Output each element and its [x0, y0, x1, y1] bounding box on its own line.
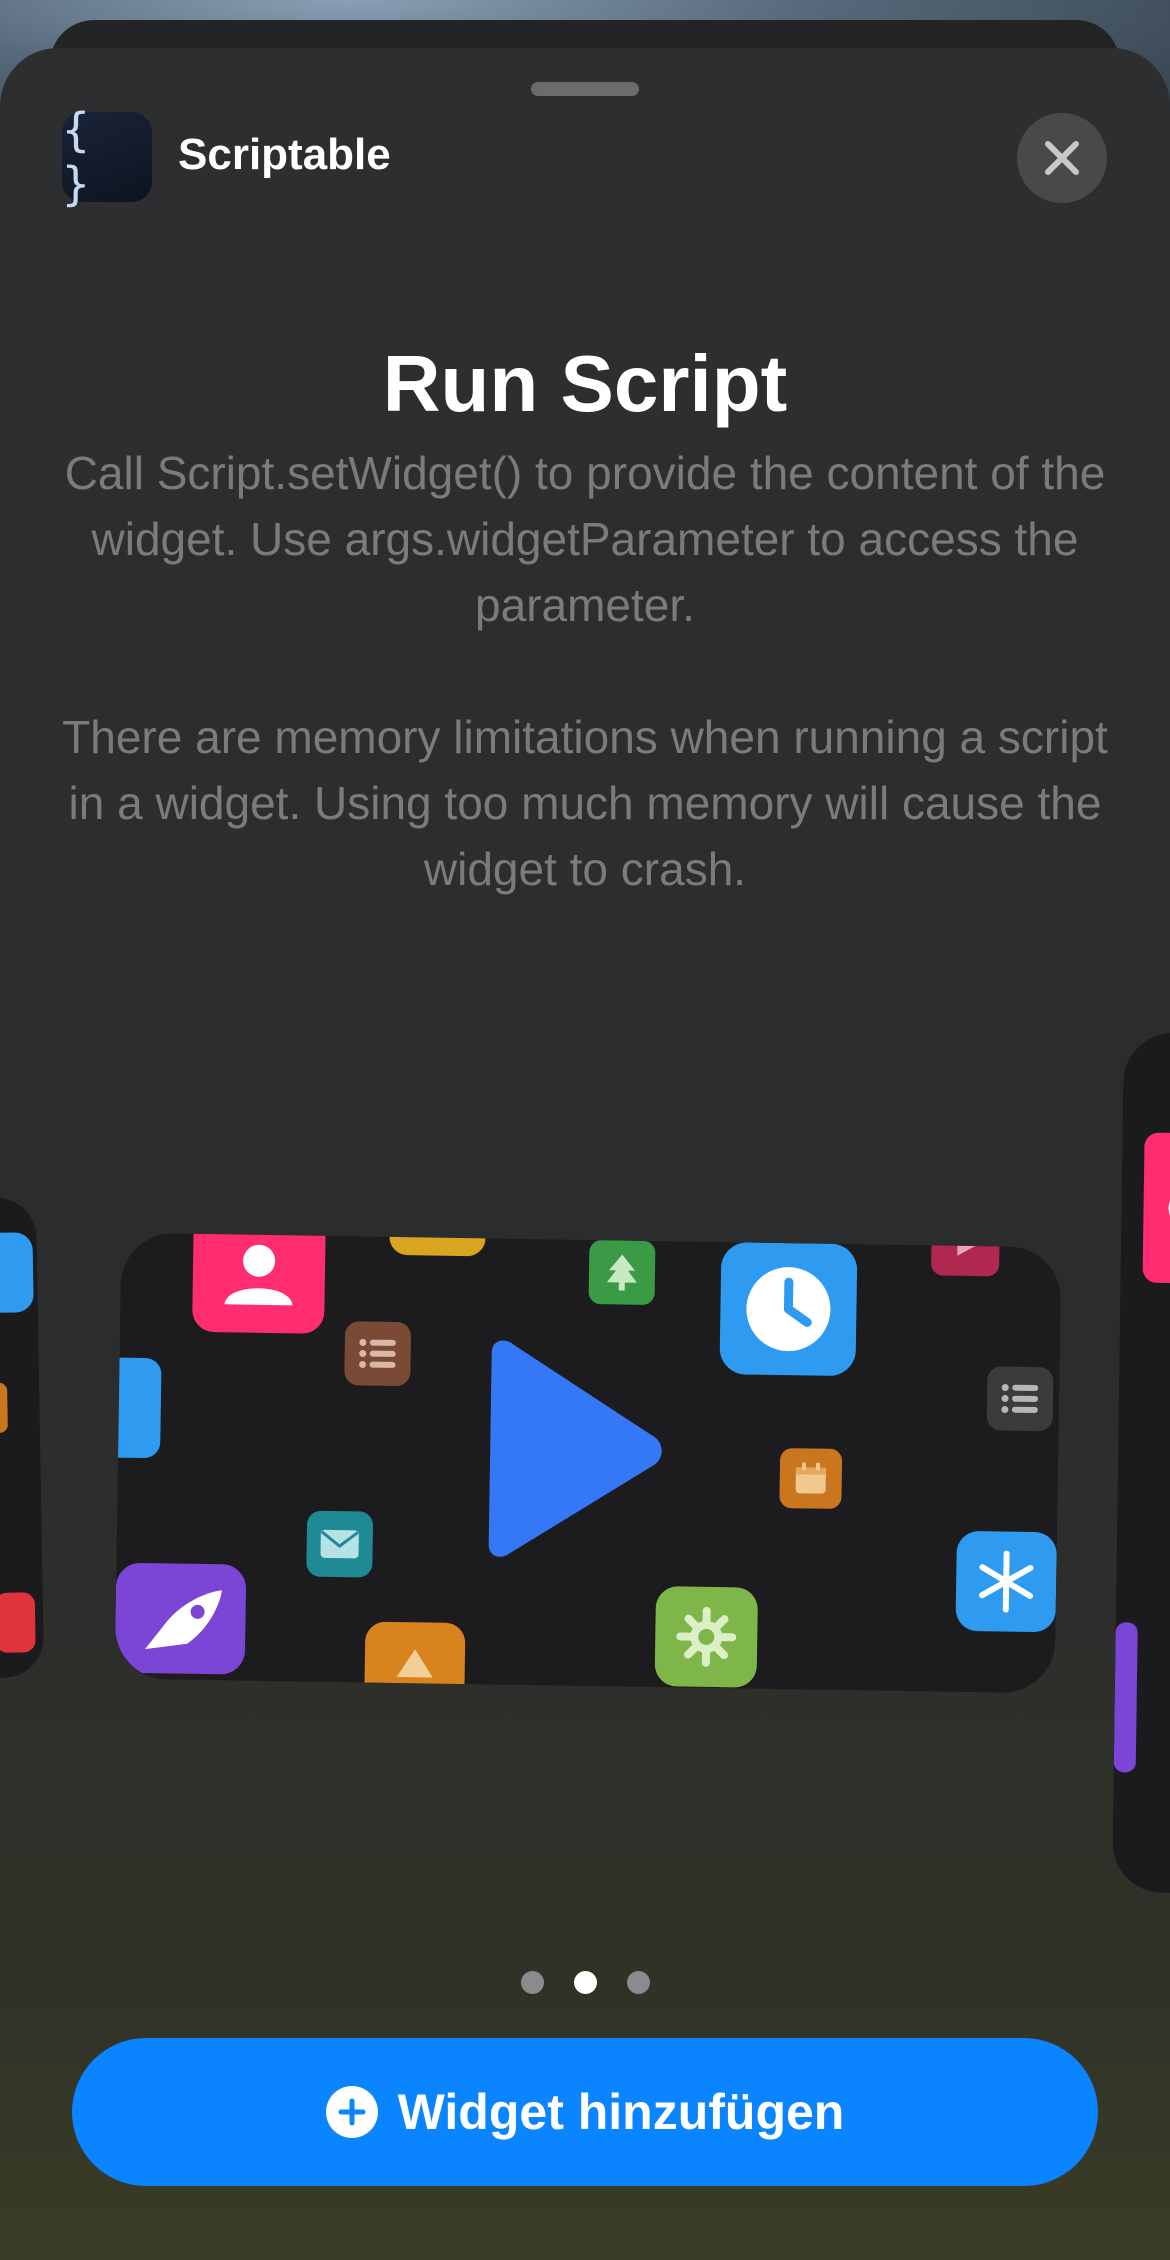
tree-glyph — [606, 1254, 637, 1291]
close-button[interactable] — [1017, 113, 1107, 203]
close-icon — [1045, 141, 1079, 175]
page-dot-1[interactable] — [520, 1971, 544, 1994]
page-dot-2-active[interactable] — [573, 1971, 597, 1994]
plus-glyph — [338, 2098, 366, 2126]
play-icon — [488, 1340, 662, 1557]
snowflake-glyph — [978, 1550, 1034, 1613]
clock-icon — [719, 1242, 858, 1377]
sheet-grabber[interactable] — [531, 82, 639, 96]
plus-circle-icon — [325, 2086, 378, 2138]
person-icon — [192, 1232, 326, 1334]
gear-glyph — [676, 1606, 737, 1667]
list-icon — [986, 1366, 1054, 1432]
person-icon — [0, 1592, 36, 1653]
previous-widget-preview[interactable] — [0, 1197, 45, 1679]
snowflake-icon — [114, 1357, 162, 1459]
list-glyph — [359, 1338, 396, 1368]
gear-icon — [654, 1586, 759, 1688]
snowflake-icon — [955, 1530, 1057, 1633]
scriptable-app-icon: { } — [62, 103, 152, 211]
mail-glyph — [320, 1529, 359, 1559]
warning-icon — [364, 1621, 466, 1694]
description-paragraph: There are memory limitations when runnin… — [62, 711, 1108, 895]
page-dot-3[interactable] — [626, 1971, 650, 1994]
calendar-glyph — [795, 1462, 826, 1494]
description-paragraph: Call Script.setWidget() to provide the c… — [64, 447, 1106, 631]
person-glyph — [224, 1244, 293, 1306]
add-widget-label: Widget hinzufügen — [397, 2084, 845, 2140]
video-icon — [930, 1232, 1000, 1277]
widget-gallery-sheet: { } Scriptable Run Script Call Script.se… — [0, 48, 1170, 2260]
video-glyph — [957, 1235, 976, 1256]
next-widget-preview[interactable] — [1112, 1032, 1170, 1894]
person-icon — [1142, 1132, 1170, 1284]
rocket-icon — [114, 1562, 247, 1675]
star-icon — [389, 1232, 487, 1257]
list-icon — [344, 1321, 412, 1387]
app-name: Scriptable — [178, 130, 391, 179]
add-widget-button[interactable]: Widget hinzufügen — [72, 2038, 1098, 2186]
widget-preview[interactable] — [114, 1232, 1062, 1694]
calendar-icon — [779, 1448, 843, 1509]
clock-icon — [0, 1232, 34, 1314]
braces-icon: { } — [62, 103, 96, 211]
widget-description: Call Script.setWidget() to provide the c… — [40, 440, 1130, 902]
mail-icon — [306, 1510, 374, 1578]
rocket-icon — [1113, 1622, 1138, 1773]
warning-glyph — [396, 1649, 433, 1678]
tree-icon — [588, 1239, 656, 1306]
calendar-icon — [0, 1382, 8, 1434]
rocket-glyph — [145, 1590, 222, 1650]
widget-title: Run Script — [382, 339, 788, 428]
list-glyph — [1001, 1384, 1039, 1414]
clock-glyph — [746, 1267, 831, 1352]
page-indicator[interactable] — [0, 1971, 1170, 1994]
